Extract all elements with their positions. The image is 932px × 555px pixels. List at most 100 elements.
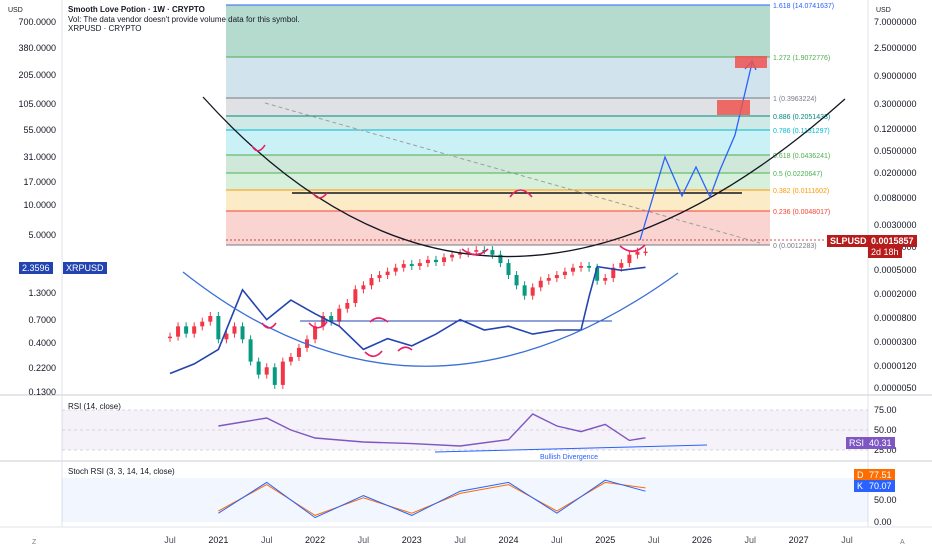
candle-body — [232, 326, 237, 334]
candle-body — [425, 259, 430, 264]
time-axis-tick: Jul — [261, 535, 273, 545]
candle-body — [417, 263, 422, 266]
chart-title: Smooth Love Potion · 1W · CRYPTO — [68, 5, 205, 14]
fib-zone — [226, 155, 770, 173]
candle-body — [393, 267, 398, 272]
stoch-axis-tick: 0.00 — [874, 517, 892, 527]
left-axis-tick: 205.0000 — [18, 70, 56, 80]
slp-countdown-badge: 2d 18h — [868, 246, 902, 258]
candle-body — [272, 367, 277, 385]
right-axis-tick: 2.5000000 — [874, 43, 917, 53]
candle-body — [264, 367, 269, 375]
candle-body — [506, 263, 511, 276]
fib-level-label: 0.786 (0.1131297) — [773, 128, 830, 135]
candle-body — [377, 275, 382, 279]
fib-zone — [226, 130, 770, 155]
time-axis-tick: Jul — [454, 535, 466, 545]
fib-level-label: 0.5 (0.0220647) — [773, 171, 822, 178]
fib-level-label: 0.236 (0.0048017) — [773, 209, 830, 216]
stoch-title: Stoch RSI (3, 3, 14, 14, close) — [68, 467, 175, 476]
candle-body — [579, 265, 584, 268]
left-axis-tick: 0.1300 — [28, 387, 56, 397]
time-zone-button: Z — [32, 539, 37, 546]
candle-body — [240, 326, 245, 340]
xrp-symbol-badge: XRPUSD — [63, 262, 107, 274]
candle-body — [401, 264, 406, 268]
xrp-line — [169, 265, 646, 375]
left-axis-tick: 380.0000 — [18, 43, 56, 53]
candle-body — [522, 285, 527, 296]
rsi-value-badge: 40.31 — [866, 437, 895, 449]
candle-body — [570, 267, 575, 272]
candle-body — [627, 254, 632, 264]
time-axis-tick: Jul — [358, 535, 370, 545]
time-axis-tick: 2022 — [305, 535, 325, 545]
right-axis-tick: 0.0200000 — [874, 168, 917, 178]
left-axis-tick: 0.7000 — [28, 315, 56, 325]
candle-body — [619, 263, 624, 268]
rsi-title: RSI (14, close) — [68, 402, 121, 411]
time-axis-tick: Jul — [745, 535, 757, 545]
candle-body — [192, 326, 197, 334]
candle-body — [337, 308, 342, 322]
candle-body — [208, 316, 213, 322]
stoch-k-value: 70.07 — [866, 480, 895, 492]
left-axis-tick: 17.0000 — [23, 177, 56, 187]
candle-body — [603, 278, 608, 281]
annotation-arc — [619, 244, 646, 253]
fib-level-label: 1.618 (14.0741637) — [773, 3, 834, 10]
right-axis-tick: 0.0002000 — [874, 289, 917, 299]
fib-level-label: 0.618 (0.0436241) — [773, 153, 830, 160]
candle-body — [587, 265, 592, 268]
fib-level-label: 1 (0.3963224) — [773, 96, 817, 103]
time-axis-tick: 2021 — [208, 535, 228, 545]
candle-body — [176, 326, 181, 337]
rsi-label-badge: RSI — [846, 437, 868, 449]
stoch-band — [62, 478, 868, 522]
candle-body — [385, 271, 390, 276]
target-zone — [717, 100, 750, 115]
candle-body — [442, 257, 447, 263]
time-axis-tick: 2026 — [692, 535, 712, 545]
candle-body — [635, 251, 640, 255]
left-axis-tick: 0.2200 — [28, 363, 56, 373]
left-axis-tick: 10.0000 — [23, 200, 56, 210]
candle-body — [361, 285, 366, 290]
candle-body — [184, 326, 189, 334]
annotation-arc — [397, 346, 413, 352]
time-axis-tick: Jul — [648, 535, 660, 545]
candle-body — [288, 356, 293, 362]
right-axis-tick: 0.0500000 — [874, 146, 917, 156]
candle-body — [369, 278, 374, 286]
chart-root: 1.618 (14.0741637) 1.272 (1.9072776) 1 (0.… — [0, 0, 932, 550]
candle-body — [450, 254, 455, 258]
xrp-arc — [182, 271, 679, 367]
rsi-axis-tick: 50.00 — [874, 425, 897, 435]
fib-level-label: 0.382 (0.0111602) — [773, 188, 829, 195]
right-axis-tick: 0.0000800 — [874, 313, 917, 323]
candle-body — [530, 287, 535, 296]
candle-body — [248, 339, 253, 362]
candle-body — [296, 347, 301, 357]
stoch-axis-tick: 50.00 — [874, 495, 897, 505]
candle-body — [256, 361, 261, 375]
left-axis-tick: 1.3000 — [28, 288, 56, 298]
time-axis-tick: 2025 — [595, 535, 615, 545]
fib-level-label: 1.272 (1.9072776) — [773, 55, 830, 62]
right-axis-tick: 0.0030000 — [874, 220, 917, 230]
time-axis-tick: Jul — [164, 535, 176, 545]
candle-body — [409, 264, 414, 266]
left-axis-tick: 0.4000 — [28, 338, 56, 348]
candle-body — [280, 361, 285, 385]
time-axis-tick: Jul — [841, 535, 853, 545]
left-axis-tick: 31.0000 — [23, 152, 56, 162]
left-axis-tick: 55.0000 — [23, 125, 56, 135]
right-axis-tick: 0.0000120 — [874, 361, 917, 371]
xrp-value-badge: 2.3596 — [19, 262, 53, 274]
right-axis-tick: 7.0000000 — [874, 17, 917, 27]
fib-zone — [226, 98, 770, 116]
fib-zone — [226, 116, 770, 130]
rsi-axis-tick: 75.00 — [874, 405, 897, 415]
candle-body — [514, 275, 519, 286]
left-axis-tick: 5.0000 — [28, 230, 56, 240]
